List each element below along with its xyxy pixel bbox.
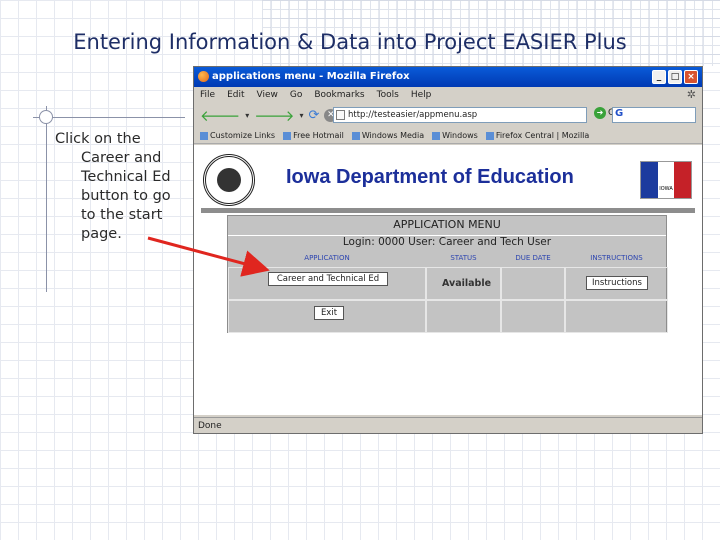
page-icon [336,110,345,120]
application-menu-table: APPLICATION MENU Login: 0000 User: Caree… [227,215,668,333]
instruction-line-6: page. [81,226,122,242]
menu-bar: File Edit View Go Bookmarks Tools Help [194,87,702,103]
reload-icon[interactable]: ⟳ [309,108,320,123]
throbber-icon: ✲ [686,88,696,101]
maximize-button[interactable]: □ [668,70,682,84]
address-url: http://testeasier/appmenu.asp [348,110,478,120]
flag-label: IOWA [659,186,673,192]
decorative-line-horizontal [33,117,185,118]
department-heading: Iowa Department of Education [286,166,574,188]
instruction-line-4: button to go [81,188,171,204]
menu-go[interactable]: Go [290,87,302,103]
forward-arrow-icon[interactable]: 🡒 [254,106,294,125]
status-value: Available [442,278,492,289]
menu-edit[interactable]: Edit [227,87,244,103]
menu-help[interactable]: Help [411,87,432,103]
minimize-button[interactable]: _ [652,70,666,84]
forward-dropdown-icon[interactable]: ▾ [299,111,303,120]
firefox-icon [198,71,209,82]
column-header-application: APPLICATION [304,254,350,262]
close-button[interactable]: × [684,70,698,84]
column-header-status: STATUS [450,254,477,262]
menu-bookmarks[interactable]: Bookmarks [314,87,364,103]
login-info: Login: 0000 User: Career and Tech User [228,235,666,251]
decorative-circle [39,110,53,124]
slide-title: Entering Information & Data into Project… [73,30,627,54]
bookmark-icon [283,131,292,140]
menu-file[interactable]: File [200,87,215,103]
bookmarks-toolbar: Customize Links Free Hotmail Windows Med… [194,128,702,144]
decorative-line-vertical [46,106,47,292]
seal-emblem-icon [217,168,241,192]
career-technical-ed-button[interactable]: Career and Technical Ed [268,272,388,286]
bookmark-free-hotmail[interactable]: Free Hotmail [283,128,344,143]
header-divider [201,208,695,213]
empty-cell [426,300,501,333]
due-date-cell [501,267,565,300]
instruction-line-1: Click on the [55,131,141,147]
status-bar: Done [194,417,702,433]
instructions-button[interactable]: Instructions [586,276,648,290]
bookmark-windows-media[interactable]: Windows Media [351,128,424,143]
bookmark-windows[interactable]: Windows [432,128,478,143]
instruction-line-2: Career and [81,150,162,166]
column-header-due-date: DUE DATE [515,254,551,262]
address-bar[interactable]: http://testeasier/appmenu.asp [333,107,587,123]
window-title: applications menu - Mozilla Firefox [212,71,410,82]
empty-cell [565,300,668,333]
bookmark-icon [432,131,441,140]
exit-button[interactable]: Exit [314,306,344,320]
menu-title: APPLICATION MENU [393,218,501,231]
bookmark-firefox-central[interactable]: Firefox Central | Mozilla [485,128,589,143]
search-box[interactable]: G [612,107,696,123]
bookmark-icon [485,131,494,140]
bookmark-icon [351,131,360,140]
back-arrow-icon[interactable]: 🡐 [200,106,240,125]
instruction-line-3: Technical Ed [81,169,171,185]
state-seal-logo [203,154,255,206]
instruction-text: Click on the Career and Technical Ed but… [55,130,190,244]
bookmark-customize-links[interactable]: Customize Links [200,128,275,143]
go-arrow-icon: ➜ [594,107,606,119]
instruction-line-5: to the start [81,207,163,223]
window-controls: _ □ × [652,70,698,84]
browser-window: applications menu - Mozilla Firefox _ □ … [193,66,703,434]
bookmark-icon [200,131,208,140]
menu-tools[interactable]: Tools [377,87,399,103]
empty-cell [501,300,565,333]
google-search-icon: G [615,108,624,119]
column-header-instructions: INSTRUCTIONS [590,254,643,262]
iowa-flag-logo: IOWA [640,161,692,199]
back-dropdown-icon[interactable]: ▾ [245,111,249,120]
browser-titlebar: applications menu - Mozilla Firefox _ □ … [194,67,702,87]
menu-view[interactable]: View [257,87,278,103]
page-content: Iowa Department of Education IOWA APPLIC… [194,145,702,415]
